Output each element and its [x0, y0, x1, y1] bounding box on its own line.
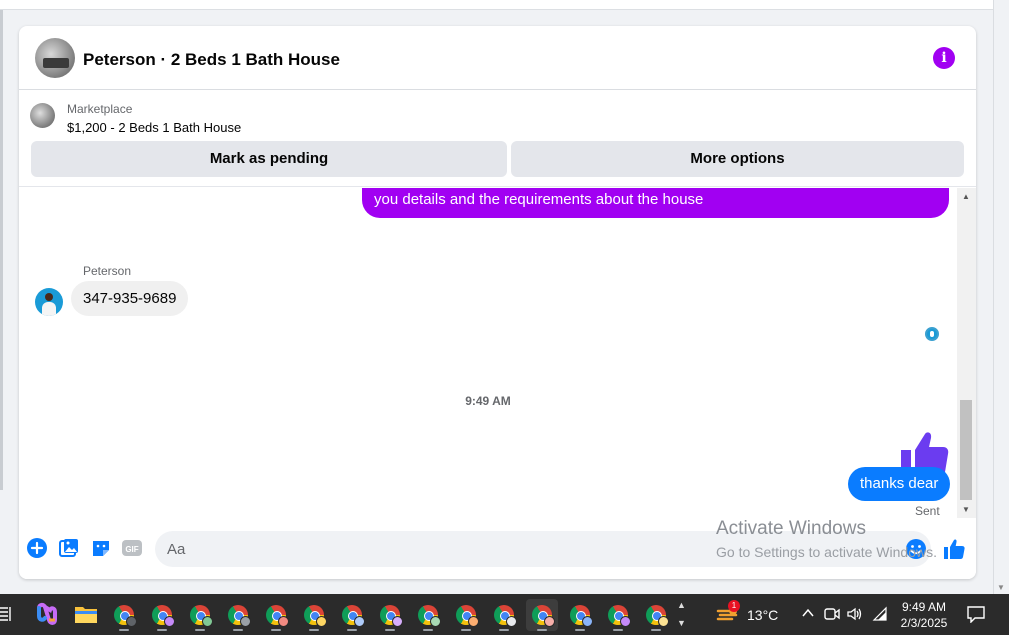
conversation-title[interactable]: Peterson · 2 Beds 1 Bath House [83, 50, 340, 70]
weather-badge: 1 [728, 600, 740, 612]
profile-badge-icon [544, 616, 555, 627]
running-indicator [157, 629, 167, 631]
gif-icon[interactable]: GIF [122, 538, 142, 558]
taskbar-app-12[interactable] [526, 599, 558, 631]
outgoing-message-bubble-latest[interactable]: thanks dear [848, 467, 951, 501]
taskbar-app-7[interactable] [336, 599, 368, 631]
running-indicator [651, 629, 661, 631]
show-hidden-icons-chevron-icon[interactable] [801, 606, 815, 623]
scroll-up-icon[interactable]: ▲ [962, 192, 970, 201]
taskbar-app-15[interactable] [640, 599, 672, 631]
profile-badge-icon [658, 616, 669, 627]
message-status: Sent [915, 504, 940, 518]
svg-text:GIF: GIF [125, 545, 138, 554]
profile-badge-icon [164, 616, 175, 627]
running-indicator [309, 629, 319, 631]
message-scrollbar[interactable]: ▲ ▼ [957, 188, 976, 518]
message-input-box[interactable] [155, 531, 931, 567]
page-left-edge [0, 10, 3, 490]
message-timestamp: 9:49 AM [465, 394, 511, 408]
peer-avatar[interactable] [35, 288, 63, 316]
wifi-icon[interactable] [872, 606, 888, 625]
photo-icon[interactable] [59, 538, 79, 558]
plus-icon[interactable] [27, 538, 47, 558]
emoji-icon[interactable] [905, 538, 927, 560]
listing-avatar[interactable] [35, 38, 75, 78]
windows-taskbar: ▲ ▼ 1 13°C 9:49 AM 2/3/2025 [0, 594, 1009, 635]
taskbar-app-2[interactable] [146, 599, 178, 631]
profile-badge-icon [126, 616, 137, 627]
notification-center-icon[interactable] [966, 605, 986, 623]
profile-badge-icon [582, 616, 593, 627]
profile-badge-icon [240, 616, 251, 627]
page-scroll-down-icon[interactable]: ▼ [997, 583, 1005, 592]
clock-date: 2/3/2025 [900, 616, 948, 630]
taskbar-app-14[interactable] [602, 599, 634, 631]
profile-badge-icon [392, 616, 403, 627]
running-indicator [119, 629, 129, 631]
taskbar-app-1[interactable] [108, 599, 140, 631]
profile-badge-icon [506, 616, 517, 627]
running-indicator [461, 629, 471, 631]
copilot-icon[interactable] [35, 602, 59, 626]
sender-name: Peterson [83, 264, 132, 278]
more-options-button[interactable]: More options [511, 141, 964, 177]
browser-top-strip [0, 0, 993, 10]
profile-badge-icon [468, 616, 479, 627]
taskbar-app-5[interactable] [260, 599, 292, 631]
running-indicator [233, 629, 243, 631]
outgoing-message-bubble[interactable]: you details and the requirements about t… [362, 188, 949, 218]
chat-header: Peterson · 2 Beds 1 Bath House i [19, 26, 976, 90]
volume-icon[interactable] [846, 606, 864, 625]
chat-window: Peterson · 2 Beds 1 Bath House i Marketp… [19, 26, 976, 579]
file-explorer-icon[interactable] [74, 603, 98, 625]
taskbar-app-9[interactable] [412, 599, 444, 631]
listing-price-title[interactable]: $1,200 - 2 Beds 1 Bath House [67, 120, 241, 135]
marketplace-label: Marketplace [67, 102, 133, 116]
running-indicator [195, 629, 205, 631]
taskbar-app-11[interactable] [488, 599, 520, 631]
incoming-message-bubble[interactable]: 347-935-9689 [71, 281, 189, 316]
running-indicator [423, 629, 433, 631]
profile-badge-icon [430, 616, 441, 627]
weather-temperature[interactable]: 13°C [747, 607, 778, 623]
send-like-icon[interactable] [943, 538, 965, 560]
taskbar-app-8[interactable] [374, 599, 406, 631]
message-scrollbar-thumb[interactable] [960, 400, 972, 500]
page-scrollbar[interactable]: ▼ [993, 0, 1009, 594]
running-indicator [499, 629, 509, 631]
running-indicator [385, 629, 395, 631]
system-clock[interactable]: 9:49 AM 2/3/2025 [898, 599, 950, 631]
info-icon[interactable]: i [933, 47, 955, 69]
clock-time: 9:49 AM [901, 600, 947, 614]
outgoing-message-text: you details and the requirements about t… [374, 191, 704, 208]
taskbar-app-13[interactable] [564, 599, 596, 631]
running-indicator [575, 629, 585, 631]
mark-as-pending-button[interactable]: Mark as pending [31, 141, 507, 177]
message-list: you details and the requirements about t… [19, 188, 957, 518]
marketplace-listing-thumbnail[interactable] [30, 103, 55, 128]
profile-badge-icon [620, 616, 631, 627]
task-view-icon[interactable] [0, 604, 12, 624]
running-indicator [347, 629, 357, 631]
profile-badge-icon [316, 616, 327, 627]
running-indicator [537, 629, 547, 631]
taskbar-app-4[interactable] [222, 599, 254, 631]
taskbar-app-10[interactable] [450, 599, 482, 631]
taskbar-app-3[interactable] [184, 599, 216, 631]
running-indicator [271, 629, 281, 631]
marketplace-panel: Marketplace $1,200 - 2 Beds 1 Bath House… [19, 91, 976, 187]
profile-badge-icon [202, 616, 213, 627]
meet-now-camera-icon[interactable] [824, 606, 840, 625]
running-indicator [613, 629, 623, 631]
sticker-icon[interactable] [91, 538, 111, 558]
profile-badge-icon [354, 616, 365, 627]
message-composer: GIF [19, 518, 976, 579]
taskbar-overflow-arrows[interactable]: ▲ ▼ [677, 596, 686, 632]
profile-badge-icon [278, 616, 289, 627]
message-input[interactable] [167, 531, 887, 567]
scroll-down-icon[interactable]: ▼ [962, 505, 970, 514]
seen-indicator-avatar [925, 327, 939, 341]
taskbar-app-6[interactable] [298, 599, 330, 631]
